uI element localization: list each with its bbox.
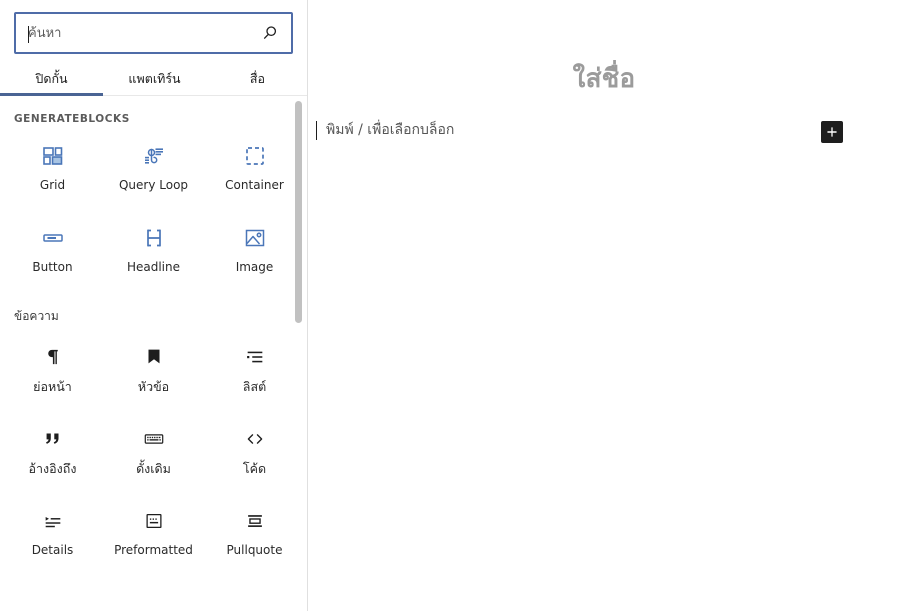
inserter-block-list: GENERATEBLOCKS Grid Query Loop Container… — [0, 96, 307, 611]
inserter-scrollbar[interactable] — [294, 96, 303, 611]
grid-icon — [40, 143, 66, 169]
search-text-caret — [28, 26, 29, 43]
search-icon — [260, 23, 280, 43]
preformatted-icon — [141, 508, 167, 534]
query-loop-icon — [141, 143, 167, 169]
block-label: อ้างอิงถึง — [28, 461, 77, 476]
quote-icon — [40, 426, 66, 452]
search-input[interactable] — [16, 14, 291, 52]
block-item-paragraph[interactable]: ย่อหน้า — [2, 328, 103, 410]
search-area — [0, 0, 307, 62]
category-title-text: ข้อความ — [14, 309, 59, 323]
block-item-query-loop[interactable]: Query Loop — [103, 127, 204, 209]
block-label: ลิสต์ — [242, 379, 267, 394]
block-label: ดั้งเดิม — [136, 461, 171, 476]
block-label: Grid — [39, 178, 66, 192]
button-icon — [40, 225, 66, 251]
inserter-scrollbar-thumb[interactable] — [295, 101, 302, 323]
block-item-code[interactable]: โค้ด — [204, 410, 305, 492]
container-icon — [242, 143, 268, 169]
heading-icon — [141, 344, 167, 370]
block-item-list[interactable]: ลิสต์ — [204, 328, 305, 410]
block-item-grid[interactable]: Grid — [2, 127, 103, 209]
block-item-image[interactable]: Image — [204, 209, 305, 291]
details-icon — [40, 508, 66, 534]
add-block-button[interactable] — [821, 121, 843, 143]
block-label: Image — [235, 260, 274, 274]
post-body-block[interactable]: พิมพ์ / เพื่อเลือกบล็อก — [308, 117, 900, 145]
inserter-tabs: ปิดกั้น แพตเทิร์น สื่อ — [0, 62, 307, 96]
block-label: โค้ด — [242, 461, 267, 476]
paragraph-icon — [40, 344, 66, 370]
generateblocks-grid: Grid Query Loop Container Button Headlin… — [0, 127, 307, 291]
block-label: Headline — [126, 260, 181, 274]
block-editor-screen: ปิดกั้น แพตเทิร์น สื่อ GENERATEBLOCKS — [0, 0, 900, 611]
post-body-placeholder: พิมพ์ / เพื่อเลือกบล็อก — [326, 122, 455, 139]
post-title-placeholder[interactable]: ใส่ชื่อ — [308, 0, 900, 95]
text-blocks-grid: ย่อหน้า หัวข้อ ลิสต์ อ้างอิงถึง ดั้งเดิม… — [0, 328, 307, 574]
block-label: Pullquote — [226, 543, 283, 557]
block-label: หัวข้อ — [137, 379, 170, 394]
list-icon — [242, 344, 268, 370]
plus-icon — [827, 127, 837, 137]
block-item-heading[interactable]: หัวข้อ — [103, 328, 204, 410]
block-label: Query Loop — [118, 178, 189, 192]
search-field[interactable] — [14, 12, 293, 54]
body-text-caret — [316, 121, 317, 141]
block-label: Button — [32, 260, 73, 274]
block-label: ย่อหน้า — [33, 379, 72, 394]
classic-icon — [141, 426, 167, 452]
block-inserter-panel: ปิดกั้น แพตเทิร์น สื่อ GENERATEBLOCKS — [0, 0, 308, 611]
tab-blocks[interactable]: ปิดกั้น — [0, 62, 103, 96]
block-item-container[interactable]: Container — [204, 127, 305, 209]
block-item-button[interactable]: Button — [2, 209, 103, 291]
tab-media[interactable]: สื่อ — [206, 62, 309, 95]
headline-icon — [141, 225, 167, 251]
block-item-headline[interactable]: Headline — [103, 209, 204, 291]
pullquote-icon — [242, 508, 268, 534]
block-label: Preformatted — [114, 543, 193, 557]
block-item-preformatted[interactable]: Preformatted — [103, 492, 204, 574]
category-title-generateblocks: GENERATEBLOCKS — [14, 113, 130, 125]
block-label: Container — [225, 178, 284, 192]
block-item-pullquote[interactable]: Pullquote — [204, 492, 305, 574]
block-label: Details — [31, 543, 74, 557]
block-item-details[interactable]: Details — [2, 492, 103, 574]
tab-patterns[interactable]: แพตเทิร์น — [103, 62, 206, 95]
block-item-classic[interactable]: ดั้งเดิม — [103, 410, 204, 492]
editor-canvas: ใส่ชื่อ พิมพ์ / เพื่อเลือกบล็อก — [308, 0, 900, 611]
code-icon — [242, 426, 268, 452]
block-item-quote[interactable]: อ้างอิงถึง — [2, 410, 103, 492]
image-icon — [242, 225, 268, 251]
